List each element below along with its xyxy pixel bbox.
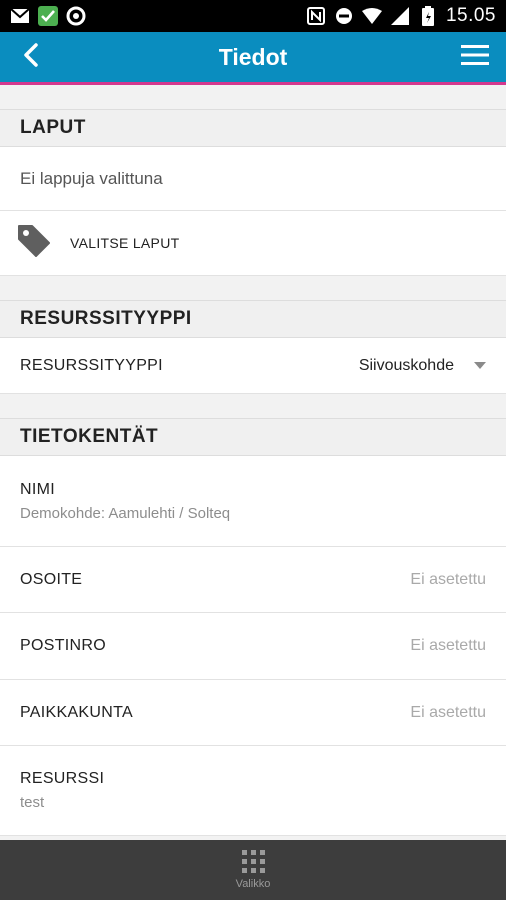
field-row-postal-code[interactable]: POSTINRO Ei asetettu — [0, 613, 506, 680]
back-button[interactable] — [14, 40, 48, 74]
field-label-postal-code: POSTINRO — [20, 637, 106, 654]
page-title: Tiedot — [218, 43, 288, 70]
battery-icon — [418, 6, 438, 26]
field-label-name: NIMI — [20, 480, 55, 498]
section-header-tags: LAPUT — [0, 109, 506, 147]
status-bar: 15.05 — [0, 0, 506, 32]
app-bar: Tiedot — [0, 32, 506, 82]
field-value-name: Demokohde: Aamulehti / Solteq — [20, 504, 231, 522]
bottom-menu-label: Valikko — [235, 878, 271, 890]
field-label-address: OSOITE — [20, 570, 83, 588]
field-value-resource: test — [20, 794, 45, 811]
section-header-fields: TIETOKENTÄT — [0, 418, 506, 456]
field-row-resource[interactable]: RESURSSI test — [0, 746, 506, 836]
field-label-resource: RESURSSI — [20, 770, 105, 787]
check-icon — [38, 6, 58, 26]
nfc-icon — [306, 6, 326, 26]
field-value-address: Ei asetettu — [410, 570, 486, 588]
select-tags-label: VALITSE LAPUT — [70, 235, 180, 251]
tag-icon — [16, 223, 52, 264]
hamburger-icon — [461, 44, 489, 71]
resource-type-label: RESURSSITYYPPI — [20, 356, 163, 374]
details-content[interactable]: LAPUT Ei lappuja valittuna VALITSE LAPUT… — [0, 85, 506, 840]
dropdown-arrow-icon — [474, 357, 486, 375]
wifi-icon — [361, 6, 382, 26]
bottom-menu-button[interactable]: Valikko — [0, 840, 506, 900]
field-row-address[interactable]: OSOITE Ei asetettu — [0, 547, 506, 613]
resource-type-select[interactable]: Siivouskohde — [359, 357, 486, 375]
gmail-icon — [10, 6, 30, 26]
record-icon — [66, 6, 86, 26]
dnd-icon — [334, 6, 354, 26]
apps-grid-icon — [241, 850, 265, 873]
field-row-name[interactable]: NIMI Demokohde: Aamulehti / Solteq — [0, 456, 506, 547]
status-time: 15.05 — [445, 5, 496, 26]
field-row-city[interactable]: PAIKKAKUNTA Ei asetettu — [0, 680, 506, 746]
tags-empty-row: Ei lappuja valittuna — [0, 147, 506, 211]
menu-button[interactable] — [458, 40, 492, 74]
field-value-postal-code: Ei asetettu — [410, 637, 486, 654]
field-label-city: PAIKKAKUNTA — [20, 703, 133, 721]
resource-type-value: Siivouskohde — [358, 356, 454, 374]
section-header-resource-type: RESURSSITYYPPI — [0, 300, 506, 338]
field-value-city: Ei asetettu — [410, 703, 486, 721]
resource-type-row: RESURSSITYYPPI Siivouskohde — [0, 338, 506, 394]
signal-icon — [390, 6, 410, 26]
tags-empty-text: Ei lappuja valittuna — [20, 168, 163, 188]
chevron-left-icon — [21, 42, 41, 73]
select-tags-button[interactable]: VALITSE LAPUT — [0, 211, 506, 276]
